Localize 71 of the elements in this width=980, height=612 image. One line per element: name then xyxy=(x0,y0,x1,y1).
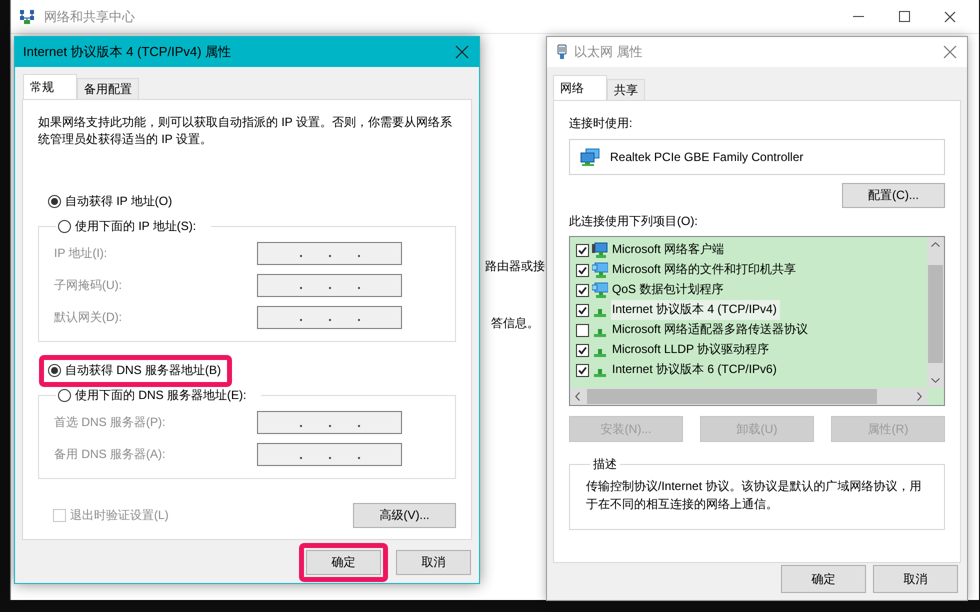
chevron-up-icon[interactable] xyxy=(931,242,940,247)
field-label: 子网掩码(U): xyxy=(54,276,123,294)
close-icon[interactable] xyxy=(455,45,469,59)
section-label: 连接时使用: xyxy=(569,115,634,132)
network-icon xyxy=(594,309,606,317)
list-item[interactable]: Microsoft LLDP 协议驱动程序 xyxy=(611,340,772,360)
tab[interactable]: 共享 xyxy=(607,79,645,100)
partial-text: 路由器或接 xyxy=(485,258,545,275)
checkbox[interactable] xyxy=(576,324,589,336)
chevron-left-icon[interactable] xyxy=(575,392,580,401)
checkbox-label: 退出时验证设置(L) xyxy=(70,507,169,524)
computer-icon xyxy=(592,282,608,298)
vertical-scrollbar[interactable] xyxy=(927,237,944,388)
radio-label[interactable]: 自动获得 DNS 服务器地址(B) xyxy=(65,362,221,379)
radio-button[interactable] xyxy=(58,389,71,402)
list-item[interactable]: Microsoft 网络适配器多路传送器协议 xyxy=(611,320,812,340)
checkbox[interactable] xyxy=(576,284,589,296)
description-text: 传输控制协议/Internet 协议。该协议是默认的广域网络协议，用于在不同的相互连接的网络上通信。 xyxy=(586,478,922,513)
radio-button[interactable] xyxy=(48,364,61,377)
checkbox[interactable] xyxy=(576,364,589,376)
adapter-name: Realtek PCIe GBE Family Controller xyxy=(610,150,804,164)
checkbox[interactable] xyxy=(576,264,589,276)
dialog-button[interactable]: 确定 xyxy=(306,550,381,575)
dialog-title: 以太网 属性 xyxy=(574,43,644,61)
list-item[interactable]: QoS 数据包计划程序 xyxy=(611,280,726,300)
tab[interactable]: 备用配置 xyxy=(77,78,139,99)
computer-icon xyxy=(592,262,608,278)
chevron-down-icon[interactable] xyxy=(931,378,940,383)
network-icon xyxy=(594,369,606,377)
radio-label[interactable]: 使用下面的 IP 地址(S): xyxy=(75,218,196,234)
section-label: 此连接使用下列项目(O): xyxy=(569,213,699,230)
partial-text: 答信息。 xyxy=(491,315,539,332)
plug-icon xyxy=(557,44,567,60)
field-label: IP 地址(I): xyxy=(54,244,108,262)
radio-label[interactable]: 自动获得 IP 地址(O) xyxy=(65,192,172,210)
dialog-title: Internet 协议版本 4 (TCP/IPv4) 属性 xyxy=(23,43,232,61)
group-label: 描述 xyxy=(592,456,618,473)
window-title: 网络和共享中心 xyxy=(44,8,135,26)
radio-button[interactable] xyxy=(48,194,61,208)
dialog-button[interactable]: 确定 xyxy=(781,565,866,593)
network-icon xyxy=(19,8,35,24)
field-label: 首选 DNS 服务器(P): xyxy=(54,414,166,431)
checkbox[interactable] xyxy=(576,244,589,256)
network-icon xyxy=(594,329,606,337)
network-icon xyxy=(594,349,606,357)
computers-icon xyxy=(580,148,600,166)
chevron-right-icon[interactable] xyxy=(917,392,922,401)
computer-icon xyxy=(592,242,608,258)
field-label: 备用 DNS 服务器(A): xyxy=(54,446,166,463)
maximize-icon[interactable] xyxy=(898,11,910,22)
radio-label[interactable]: 使用下面的 DNS 服务器地址(E): xyxy=(75,387,246,404)
field-label: 默认网关(D): xyxy=(54,308,123,326)
scrollbar-thumb[interactable] xyxy=(587,389,877,404)
list-item[interactable]: Microsoft 网络客户端 xyxy=(611,240,728,260)
horizontal-scrollbar[interactable] xyxy=(570,388,927,405)
dialog-button[interactable]: 取消 xyxy=(396,550,471,575)
list-item[interactable]: Internet 协议版本 4 (TCP/IPv4) xyxy=(611,300,780,320)
tab[interactable]: 网络 xyxy=(553,75,607,100)
radio-button[interactable] xyxy=(58,220,71,232)
checkbox[interactable] xyxy=(576,304,589,316)
close-icon[interactable] xyxy=(943,45,957,59)
scrollbar-thumb[interactable] xyxy=(928,265,943,363)
close-icon[interactable] xyxy=(944,10,956,22)
list-item[interactable]: Internet 协议版本 6 (TCP/IPv6) xyxy=(611,360,780,380)
configure-button[interactable]: 配置(C)... xyxy=(842,183,945,208)
tab[interactable]: 常规 xyxy=(23,74,77,99)
intro-text: 如果网络支持此功能，则可以获取自动指派的 IP 设置。否则，你需要从网络系统管理员处获得适当的 IP 设置。 xyxy=(38,114,453,148)
dialog-button[interactable]: 取消 xyxy=(873,565,958,593)
advanced-button[interactable]: 高级(V)... xyxy=(353,503,456,528)
list-item[interactable]: Microsoft 网络的文件和打印机共享 xyxy=(611,260,800,280)
checkbox[interactable] xyxy=(576,344,589,356)
